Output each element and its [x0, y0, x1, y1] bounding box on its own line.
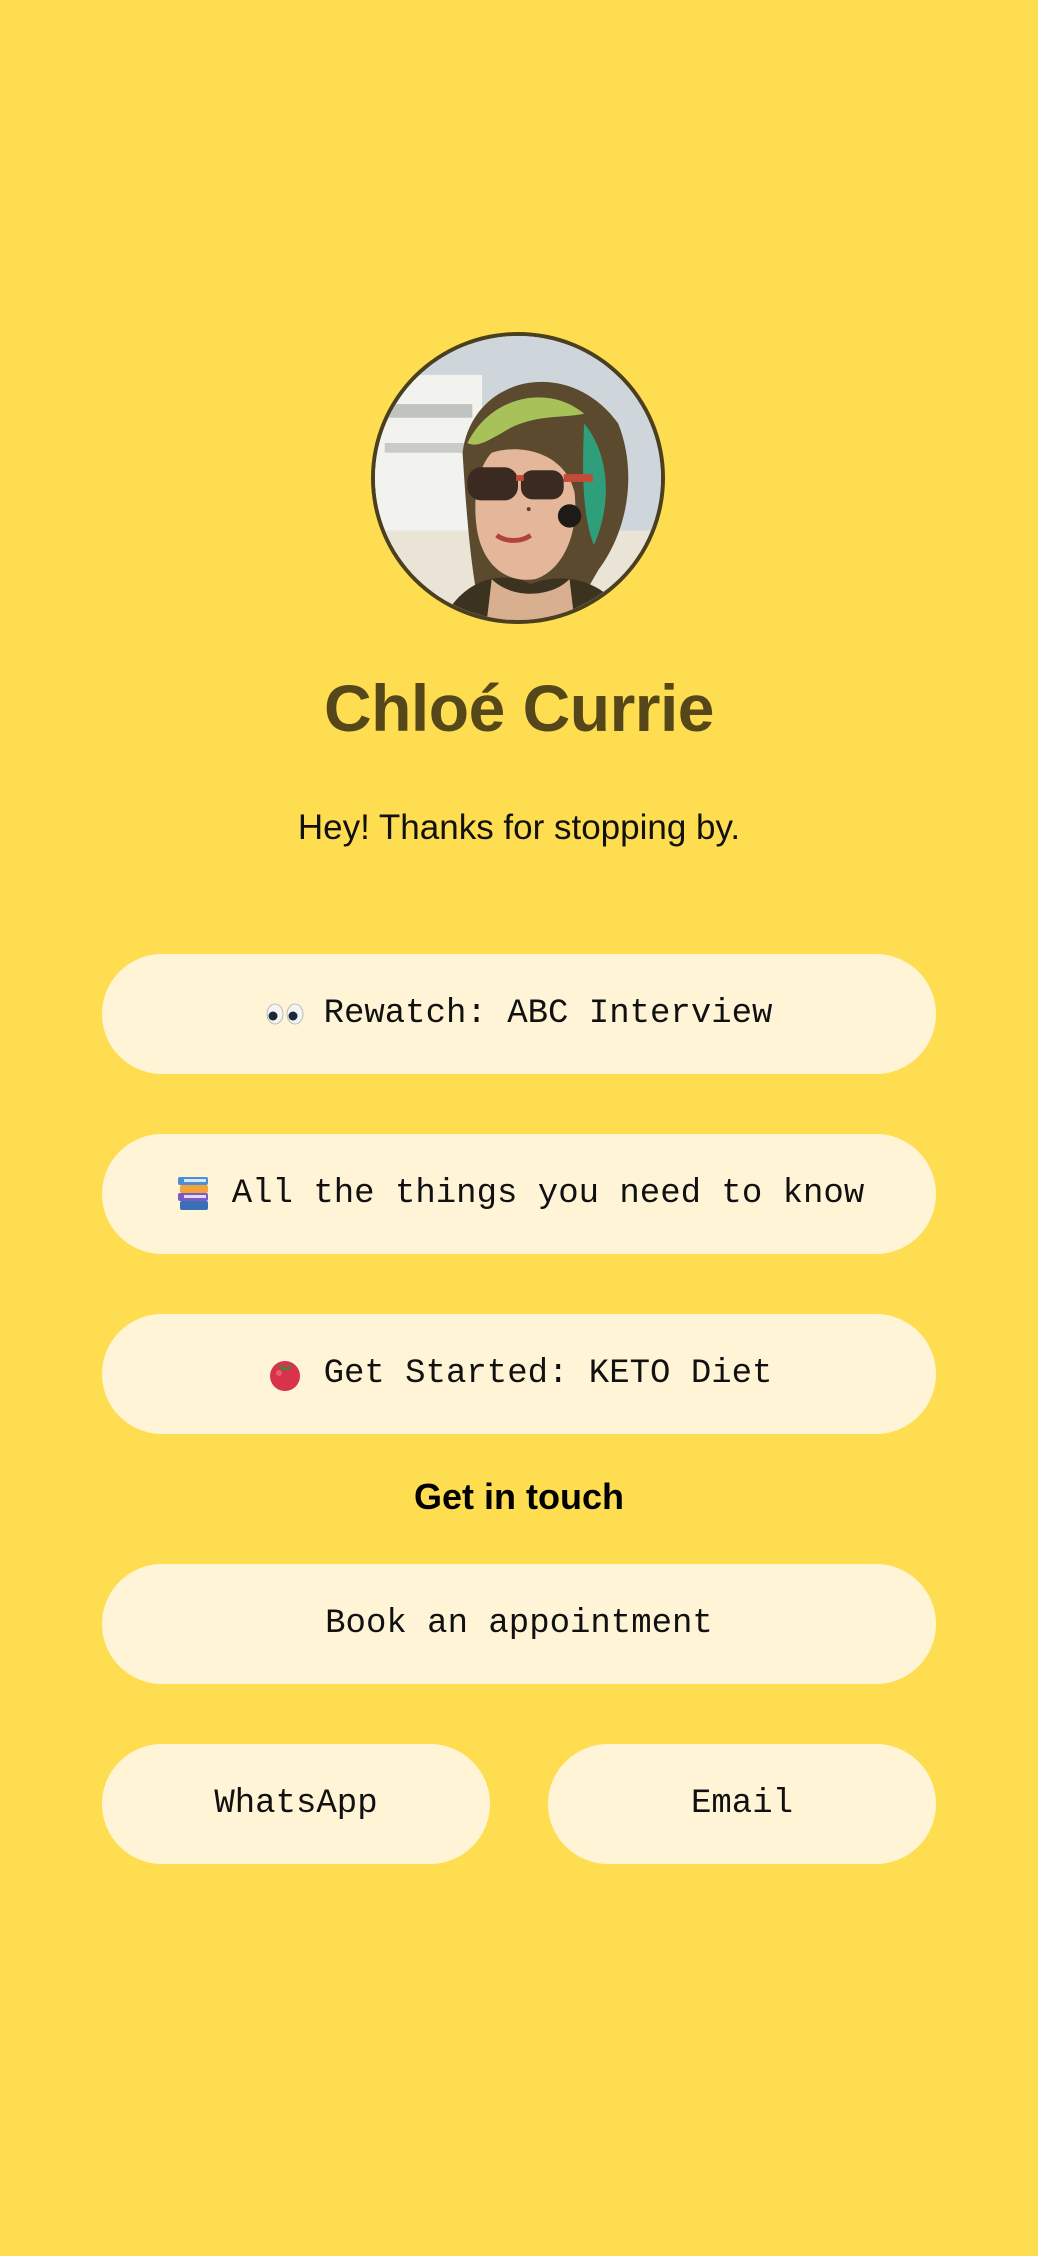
- whatsapp-label: WhatsApp: [214, 1785, 378, 1823]
- book-appointment-button[interactable]: Book an appointment: [102, 1564, 936, 1684]
- link-button-rewatch-interview[interactable]: Rewatch: ABC Interview: [102, 954, 936, 1074]
- link-button-keto-diet[interactable]: Get Started: KETO Diet: [102, 1314, 936, 1434]
- tomato-icon: [266, 1355, 304, 1393]
- link-label: Rewatch: ABC Interview: [323, 995, 773, 1033]
- link-label: Get Started: KETO Diet: [323, 1355, 773, 1393]
- profile-name: Chloé Currie: [323, 671, 715, 745]
- get-in-touch-heading: Get in touch: [414, 1476, 624, 1517]
- book-appointment-label: Book an appointment: [325, 1605, 713, 1643]
- avatar-image: [375, 336, 661, 620]
- link-label: All the things you need to know: [231, 1175, 865, 1213]
- profile-avatar: [371, 332, 665, 624]
- link-button-all-the-things[interactable]: All the things you need to know: [102, 1134, 936, 1254]
- email-label: Email: [690, 1785, 794, 1823]
- email-button[interactable]: Email: [548, 1744, 936, 1864]
- eyes-icon: [266, 995, 304, 1033]
- profile-bio: Hey! Thanks for stopping by.: [297, 808, 741, 847]
- books-icon: [174, 1175, 212, 1213]
- whatsapp-button[interactable]: WhatsApp: [102, 1744, 490, 1864]
